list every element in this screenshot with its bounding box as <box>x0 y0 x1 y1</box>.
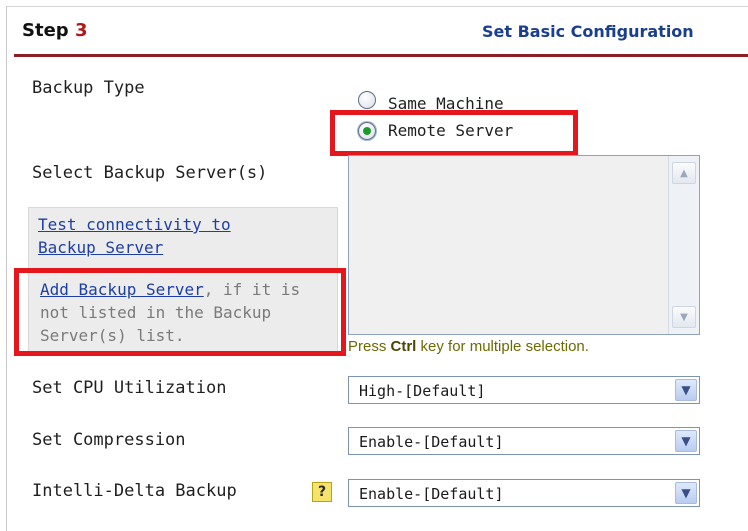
header-divider <box>14 54 748 57</box>
listbox-scrollbar[interactable]: ▲ ▼ <box>668 156 699 334</box>
step-number: 3 <box>74 20 88 41</box>
cpu-utilization-select[interactable]: High-[Default] ▼ <box>348 376 700 404</box>
hint-key: Ctrl <box>390 338 417 355</box>
scroll-down-icon[interactable]: ▼ <box>672 306 696 328</box>
backup-type-label: Backup Type <box>32 78 145 98</box>
step-label: Step <box>22 20 69 41</box>
cpu-utilization-label: Set CPU Utilization <box>32 378 227 398</box>
highlight-remote-server <box>330 110 578 156</box>
help-icon[interactable]: ? <box>312 482 332 502</box>
intelli-delta-select[interactable]: Enable-[Default] ▼ <box>348 479 700 507</box>
test-connectivity-link-line1[interactable]: Test connectivity to <box>38 215 231 234</box>
chevron-down-icon[interactable]: ▼ <box>675 379 697 401</box>
highlight-add-backup-server <box>14 268 346 356</box>
chevron-down-icon[interactable]: ▼ <box>675 482 697 504</box>
hint-suffix: key for multiple selection. <box>416 338 589 355</box>
scroll-up-icon[interactable]: ▲ <box>672 162 696 184</box>
intelli-delta-value: Enable-[Default] <box>359 485 504 503</box>
chevron-down-icon[interactable]: ▼ <box>675 430 697 452</box>
cpu-utilization-value: High-[Default] <box>359 382 486 400</box>
intelli-delta-label: Intelli-Delta Backup <box>32 481 237 501</box>
compression-value: Enable-[Default] <box>359 433 504 451</box>
radio-same-machine[interactable]: Same Machine <box>358 86 504 113</box>
panel-top-border <box>6 6 748 7</box>
test-connectivity-link-line2[interactable]: Backup Server <box>38 238 163 257</box>
step-title: Step 3 <box>22 20 87 41</box>
hint-prefix: Press <box>348 338 391 355</box>
compression-select[interactable]: Enable-[Default] ▼ <box>348 427 700 455</box>
backup-server-listbox[interactable]: ▲ ▼ <box>348 155 700 335</box>
multi-select-hint: Press Ctrl key for multiple selection. <box>348 338 589 355</box>
section-title: Set Basic Configuration <box>482 22 694 41</box>
panel-left-border <box>6 6 7 531</box>
compression-label: Set Compression <box>32 430 186 450</box>
select-backup-servers-label: Select Backup Server(s) <box>32 163 268 183</box>
same-machine-radio-icon[interactable] <box>358 90 376 109</box>
